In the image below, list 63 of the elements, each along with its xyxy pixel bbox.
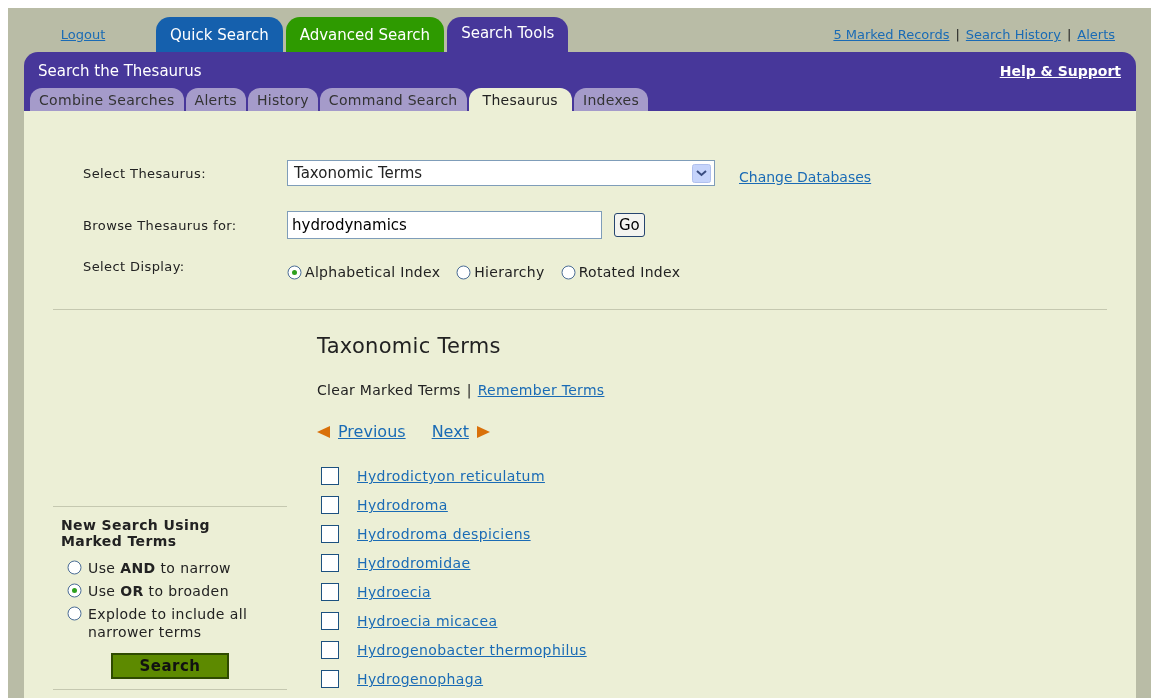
previous-link[interactable]: Previous [338,422,406,441]
results-heading: Taxonomic Terms [317,334,502,358]
header-link[interactable]: Alerts [1077,27,1115,42]
change-databases-link[interactable]: Change Databases [739,169,872,185]
checkbox[interactable] [321,583,339,601]
next-link[interactable]: Next [431,422,469,441]
browse-input[interactable]: hydrodynamics [287,211,602,239]
radio-label: Explode to include all narrower terms [88,605,249,641]
checkbox[interactable] [321,467,339,485]
radio-button[interactable] [560,264,576,280]
term-link[interactable]: Hydrodictyon reticulatum [357,468,545,484]
separator: | [955,27,960,42]
sub-tab[interactable]: Thesaurus [468,88,572,111]
help-link[interactable]: Help & Support [999,63,1121,79]
clear-marked-terms[interactable]: Clear Marked Terms [317,382,461,398]
checkbox[interactable] [321,612,339,630]
radio-label: Hierarchy [474,264,545,280]
go-button[interactable]: Go [614,213,645,237]
radio-button[interactable] [67,560,82,575]
checkbox[interactable] [321,496,339,514]
main-tab[interactable]: Search Tools [447,17,569,52]
checkbox[interactable] [321,525,339,543]
sidebar-title: New Search Using Marked Terms [61,517,211,549]
left-arrow-icon [317,425,330,438]
separator: | [466,382,472,398]
term-link[interactable]: Hydroecia [357,584,432,600]
search-button[interactable]: Search [111,653,229,679]
radio-button[interactable] [67,606,82,621]
thesaurus-dropdown[interactable]: Taxonomic Terms [287,160,715,186]
term-link[interactable]: Hydrodroma [357,497,448,513]
logout-link[interactable]: Logout [18,27,148,42]
field-label: Browse Thesaurus for: [82,217,238,233]
term-link[interactable]: Hydrogenobacter thermophilus [357,642,587,658]
sub-tab[interactable]: Combine Searches [30,88,184,111]
term-link[interactable]: Hydrodroma despiciens [357,526,531,542]
radio-label: Rotated Index [578,264,681,280]
remember-terms-link[interactable]: Remember Terms [477,382,605,398]
radio-button[interactable] [456,264,472,280]
checkbox[interactable] [321,641,339,659]
radio-button[interactable] [67,583,82,598]
sub-tab[interactable]: History [247,88,318,111]
term-link[interactable]: Hydrogenophaga [357,671,484,687]
panel-title: Search the Thesaurus [38,62,202,80]
radio-label: Use OR to broaden [88,582,229,600]
chevron-down-icon [692,163,711,183]
field-label: Select Display: [82,258,186,274]
sub-tab[interactable]: Command Search [319,88,467,111]
sub-tab[interactable]: Indexes [573,88,649,111]
radio-button[interactable] [287,264,302,280]
radio-label: Alphabetical Index [305,264,441,280]
sub-tab[interactable]: Alerts [185,88,246,111]
header-link[interactable]: Search History [965,27,1061,42]
field-label: Select Thesaurus: [82,165,207,181]
checkbox[interactable] [321,670,339,688]
term-link[interactable]: Hydrodromidae [357,555,471,571]
main-tab[interactable]: Quick Search [156,17,283,52]
separator: | [1066,27,1072,42]
header-link[interactable]: 5 Marked Records [833,27,950,42]
right-arrow-icon [476,425,490,438]
checkbox[interactable] [321,554,339,572]
main-tab[interactable]: Advanced Search [285,17,445,52]
term-link[interactable]: Hydroecia micacea [357,613,498,629]
radio-label: Use AND to narrow [88,559,231,577]
